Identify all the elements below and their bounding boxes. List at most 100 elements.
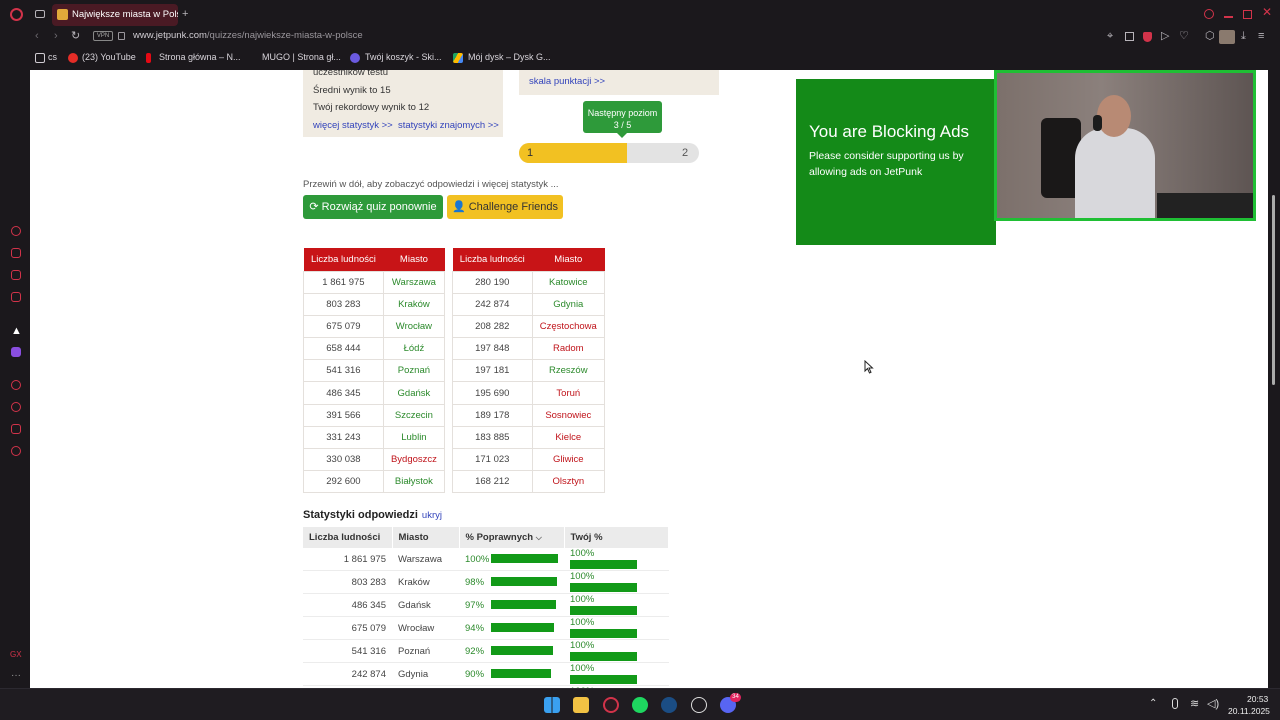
file-explorer-icon[interactable] xyxy=(573,697,589,713)
more-stats-link[interactable]: więcej statystyk >> xyxy=(313,120,393,131)
extensions-sidebar-icon[interactable] xyxy=(11,424,21,434)
steam-icon[interactable] xyxy=(661,697,677,713)
forward-icon[interactable]: › xyxy=(54,31,58,42)
bookmark-netflix[interactable]: Strona główna – N... xyxy=(159,52,241,62)
bookmark-mugo[interactable]: MUGO | Strona gł... xyxy=(262,52,341,62)
city-cell: Warszawa xyxy=(382,270,446,294)
stats-population-cell: 486 345 xyxy=(303,593,392,617)
stats-col-yours[interactable]: Twój % xyxy=(564,527,669,548)
record-score-text: Twój rekordowy wynik to 12 xyxy=(313,102,430,113)
favorites-heart-icon[interactable]: ♡ xyxy=(1179,31,1189,42)
google-drive-icon xyxy=(453,53,463,63)
maximize-icon[interactable] xyxy=(1243,10,1252,19)
messenger-icon[interactable] xyxy=(11,270,21,280)
windows-start-icon[interactable] xyxy=(544,697,560,713)
close-icon[interactable]: ✕ xyxy=(1262,6,1272,18)
obs-icon[interactable] xyxy=(691,697,707,713)
webcam-overlay xyxy=(994,70,1256,221)
city-cell: Bydgoszcz xyxy=(382,447,446,472)
stats-participants-text: uczestników testu xyxy=(313,70,388,78)
table-row: 280 190 Katowice xyxy=(452,270,606,294)
level-progress-fill xyxy=(519,143,627,163)
table-row: 197 848 Radom xyxy=(452,337,606,361)
bookmark-youtube[interactable]: (23) YouTube xyxy=(82,52,136,62)
table-row: 1 861 975 Warszawa xyxy=(303,270,446,294)
microphone-icon[interactable] xyxy=(1172,698,1178,709)
avg-score-text: Średni wynik to 15 xyxy=(313,85,391,96)
bookmark-cs[interactable]: cs xyxy=(48,52,57,62)
opera-logo-icon[interactable] xyxy=(10,8,23,21)
url-field[interactable]: www.jetpunk.com/quizzes/najwieksze-miast… xyxy=(133,30,363,41)
skinport-icon xyxy=(350,53,360,63)
city-cell: Szczecin xyxy=(382,403,446,427)
page-scrollbar[interactable] xyxy=(1268,70,1280,688)
gx-control-icon[interactable] xyxy=(11,226,21,236)
gx-label-icon: GX xyxy=(10,650,22,659)
table-row: 183 885 Kielce xyxy=(452,425,606,450)
profile-avatar[interactable] xyxy=(1219,30,1235,44)
jetpunk-favicon-icon xyxy=(57,9,68,20)
table-row: 675 079 Wrocław 94% 100% xyxy=(303,616,669,640)
clock-time[interactable]: 20:53 xyxy=(1247,694,1268,704)
search-icon[interactable] xyxy=(1204,9,1214,19)
reload-icon[interactable]: ↻ xyxy=(71,31,80,42)
player-sidebar-icon[interactable] xyxy=(11,380,21,390)
tab-active[interactable]: Największe miasta w Polsce xyxy=(52,4,178,26)
scale-link[interactable]: skala punktacji >> xyxy=(529,76,605,87)
stats-col-percent[interactable]: % Poprawnych ⌵ xyxy=(459,527,565,548)
challenge-friends-button[interactable]: 👤 Challenge Friends xyxy=(447,195,563,219)
back-icon[interactable]: ‹ xyxy=(35,31,39,42)
scrollbar-thumb[interactable] xyxy=(1272,195,1275,385)
city-cell: Poznań xyxy=(382,359,446,383)
aria-icon[interactable]: ▲ xyxy=(11,325,22,337)
population-cell: 675 079 xyxy=(303,314,384,339)
snapshot-icon[interactable] xyxy=(1125,32,1134,41)
bookmark-drive[interactable]: Mój dysk – Dysk G... xyxy=(468,52,551,62)
hide-stats-link[interactable]: ukryj xyxy=(422,510,442,521)
lock-icon[interactable] xyxy=(118,32,125,40)
spotify-icon[interactable] xyxy=(632,697,648,713)
download-icon[interactable]: ⤓ xyxy=(1241,31,1246,42)
volume-icon[interactable]: ◁) xyxy=(1207,697,1219,710)
bookmark-koszyk[interactable]: Twój koszyk - Ski... xyxy=(365,52,442,62)
table-row: 242 874 Gdynia 90% 100% xyxy=(303,662,669,686)
percent-bar xyxy=(491,577,557,587)
scroll-hint-text: Przewiń w dół, aby zobaczyć odpowiedzi i… xyxy=(303,179,559,190)
population-cell: 1 861 975 xyxy=(303,270,384,294)
clock-date[interactable]: 20.11.2025 xyxy=(1228,706,1270,716)
mail-icon[interactable] xyxy=(11,292,21,302)
stats-city-cell: Gdańsk xyxy=(392,593,459,617)
tab-island-icon[interactable] xyxy=(35,10,45,18)
new-tab-icon[interactable]: + xyxy=(182,9,188,20)
settings-gear-icon[interactable] xyxy=(11,446,21,456)
city-cell: Białystok xyxy=(382,470,446,494)
vpn-badge[interactable]: VPN xyxy=(93,31,113,41)
stats-col-city[interactable]: Miasto xyxy=(392,527,460,548)
stats-col-percent-label: % Poprawnych xyxy=(465,532,534,543)
opera-gx-taskbar-icon[interactable] xyxy=(603,697,619,713)
adblock-shield-icon[interactable] xyxy=(1143,32,1152,42)
twitch-icon[interactable] xyxy=(11,347,21,357)
stats-col-population[interactable]: Liczba ludności xyxy=(303,527,393,548)
player-icon[interactable]: ▷ xyxy=(1161,31,1169,42)
gx-corner-icon[interactable] xyxy=(11,248,21,258)
wifi-icon[interactable]: ≋ xyxy=(1190,697,1199,710)
retry-quiz-button[interactable]: ⟳ Rozwiąż quiz ponownie xyxy=(303,195,443,219)
answer-stats-table: Liczba ludności Miasto % Poprawnych ⌵ Tw… xyxy=(303,527,669,688)
menu-icon[interactable]: ≡ xyxy=(1258,31,1264,42)
chevron-up-icon[interactable]: ⌃ xyxy=(1149,698,1157,709)
youtube-icon xyxy=(68,53,78,63)
more-icon[interactable]: ··· xyxy=(11,670,21,681)
history-icon[interactable] xyxy=(11,402,21,412)
population-cell: 183 885 xyxy=(452,425,533,450)
extensions-icon[interactable]: ⬡ xyxy=(1205,31,1215,42)
friends-stats-link[interactable]: statystyki znajomych >> xyxy=(398,120,499,131)
webcam-person xyxy=(1075,128,1155,218)
pin-icon[interactable]: ⌖ xyxy=(1107,31,1113,42)
population-cell: 189 178 xyxy=(452,403,533,427)
retry-quiz-label: Rozwiąż quiz ponownie xyxy=(321,201,437,213)
percent-value: 98% xyxy=(465,576,485,588)
table-row: 486 345 Gdańsk 97% 100% xyxy=(303,593,669,617)
minimize-icon[interactable] xyxy=(1224,16,1233,18)
percent-cell: 97% xyxy=(459,593,564,617)
